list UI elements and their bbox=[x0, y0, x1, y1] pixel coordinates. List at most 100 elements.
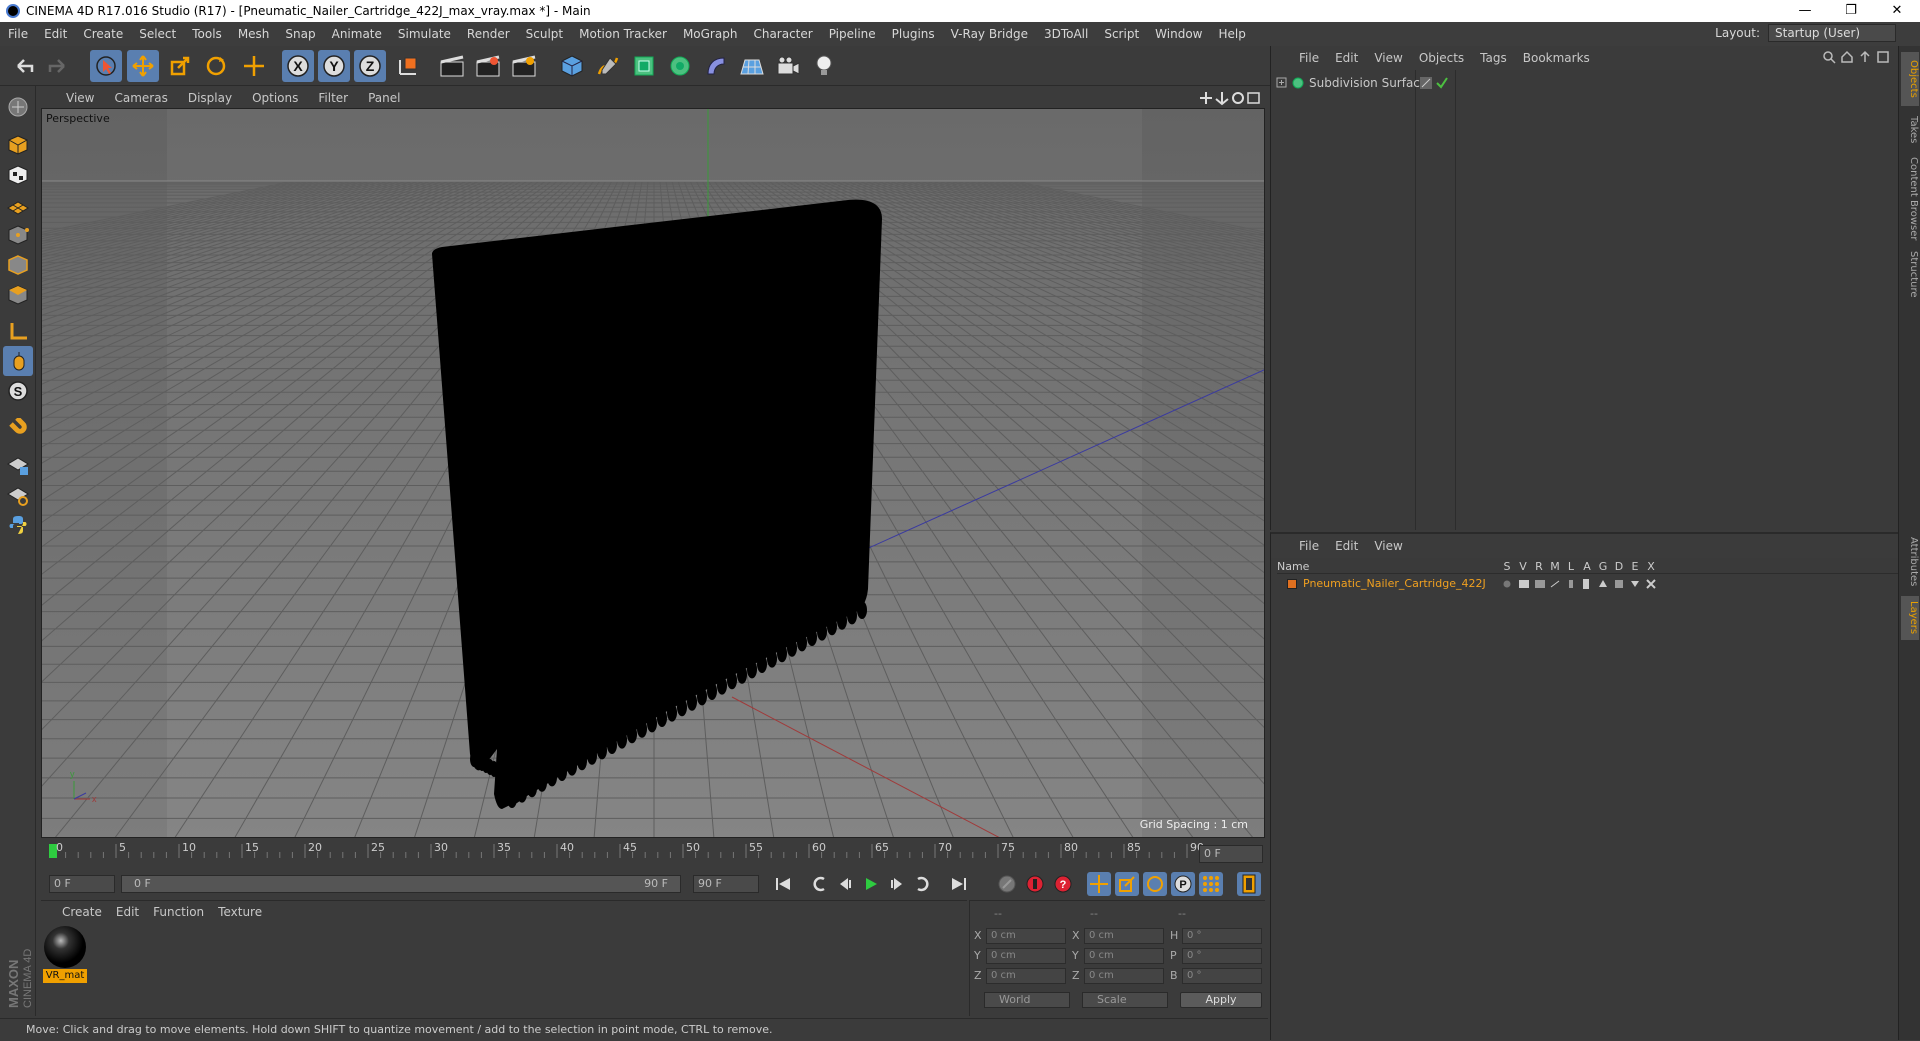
rotation-b-field[interactable]: 0 ° bbox=[1182, 968, 1262, 984]
menu-animate[interactable]: Animate bbox=[324, 22, 390, 46]
menu-motion-tracker[interactable]: Motion Tracker bbox=[571, 22, 675, 46]
polygons-mode-button[interactable] bbox=[3, 280, 33, 310]
size-y-field[interactable]: 0 cm bbox=[1084, 948, 1164, 964]
key-pla-toggle[interactable] bbox=[1199, 872, 1223, 896]
restore-button[interactable]: ❐ bbox=[1828, 0, 1874, 22]
objects-menu-edit[interactable]: Edit bbox=[1327, 51, 1366, 65]
record-keys-button[interactable] bbox=[995, 872, 1019, 896]
tab-structure[interactable]: Structure bbox=[1901, 246, 1919, 302]
menu-sculpt[interactable]: Sculpt bbox=[518, 22, 571, 46]
viewport-navigation-icons[interactable] bbox=[1198, 90, 1262, 106]
python-script-button[interactable] bbox=[3, 510, 33, 540]
add-mograph-button[interactable] bbox=[664, 50, 696, 82]
size-x-field[interactable]: 0 cm bbox=[1084, 928, 1164, 944]
menu-script[interactable]: Script bbox=[1096, 22, 1147, 46]
material-menu-texture[interactable]: Texture bbox=[211, 905, 269, 919]
menu-pipeline[interactable]: Pipeline bbox=[821, 22, 884, 46]
start-frame-field[interactable]: 0 F bbox=[49, 875, 115, 893]
render-settings-button[interactable] bbox=[508, 50, 540, 82]
viewport-menu-options[interactable]: Options bbox=[242, 91, 308, 105]
menu-render[interactable]: Render bbox=[459, 22, 518, 46]
enabled-check-icon[interactable] bbox=[1435, 76, 1449, 90]
coordinate-system-toggle[interactable] bbox=[392, 50, 424, 82]
layers-menu-view[interactable]: View bbox=[1366, 539, 1410, 553]
layer-color-swatch[interactable] bbox=[1287, 579, 1297, 589]
add-deformer-button[interactable] bbox=[700, 50, 732, 82]
objects-menu-file[interactable]: File bbox=[1291, 51, 1327, 65]
add-light-button[interactable] bbox=[808, 50, 840, 82]
size-mode-dropdown[interactable]: Scale bbox=[1082, 992, 1168, 1008]
menu-edit[interactable]: Edit bbox=[36, 22, 75, 46]
objects-menu-tags[interactable]: Tags bbox=[1472, 51, 1515, 65]
menu-snap[interactable]: Snap bbox=[277, 22, 323, 46]
search-icon[interactable] bbox=[1822, 50, 1836, 64]
menu-mesh[interactable]: Mesh bbox=[230, 22, 278, 46]
key-scale-toggle[interactable] bbox=[1115, 872, 1139, 896]
object-row-subdivision-surface[interactable]: Subdivision Surface bbox=[1271, 74, 1899, 92]
menu-create[interactable]: Create bbox=[75, 22, 131, 46]
points-mode-button[interactable] bbox=[3, 220, 33, 250]
objects-menu-bookmarks[interactable]: Bookmarks bbox=[1515, 51, 1598, 65]
new-window-icon[interactable] bbox=[1876, 50, 1890, 64]
auto-keying-button[interactable] bbox=[1023, 872, 1047, 896]
coordinate-space-dropdown[interactable]: World bbox=[984, 992, 1070, 1008]
expand-toggle-icon[interactable] bbox=[1275, 76, 1289, 90]
tab-takes[interactable]: Takes bbox=[1901, 108, 1919, 152]
flag-expressions-header[interactable]: E bbox=[1627, 560, 1643, 573]
redo-button[interactable] bbox=[42, 50, 74, 82]
menu-select[interactable]: Select bbox=[131, 22, 184, 46]
flag-deformers-header[interactable]: D bbox=[1611, 560, 1627, 573]
solo-mode-button[interactable]: S bbox=[3, 376, 33, 406]
render-picture-viewer-button[interactable] bbox=[472, 50, 504, 82]
layers-menu-edit[interactable]: Edit bbox=[1327, 539, 1366, 553]
close-button[interactable]: ✕ bbox=[1874, 0, 1920, 22]
keyframe-selection-button[interactable]: ? bbox=[1051, 872, 1075, 896]
make-editable-button[interactable] bbox=[3, 92, 33, 122]
z-axis-lock[interactable]: Z bbox=[354, 50, 386, 82]
tab-attributes[interactable]: Attributes bbox=[1901, 532, 1919, 592]
menu-plugins[interactable]: Plugins bbox=[884, 22, 943, 46]
add-cube-button[interactable] bbox=[556, 50, 588, 82]
flag-render-header[interactable]: R bbox=[1531, 560, 1547, 573]
transform-tool[interactable] bbox=[238, 50, 270, 82]
objects-menu-objects[interactable]: Objects bbox=[1411, 51, 1472, 65]
flag-locked-header[interactable]: L bbox=[1563, 560, 1579, 573]
timeline-ruler[interactable]: 0 5 10 15 20 25 30 35 40 45 50 55 60 65 70 75 80 85 90 0 F bbox=[41, 840, 1265, 868]
visibility-toggle-icon[interactable] bbox=[1419, 76, 1433, 90]
edges-mode-button[interactable] bbox=[3, 250, 33, 280]
texture-mode-button[interactable] bbox=[3, 160, 33, 190]
scale-tool[interactable] bbox=[164, 50, 196, 82]
snapping-button[interactable] bbox=[3, 414, 33, 444]
menu-mograph[interactable]: MoGraph bbox=[675, 22, 746, 46]
tab-objects[interactable]: Objects bbox=[1901, 52, 1919, 106]
add-generator-button[interactable] bbox=[628, 50, 660, 82]
layer-row[interactable]: Pneumatic_Nailer_Cartridge_422J bbox=[1277, 576, 1899, 592]
position-z-field[interactable]: 0 cm bbox=[986, 968, 1066, 984]
rotation-p-field[interactable]: 0 ° bbox=[1182, 948, 1262, 964]
timeline-window-button[interactable] bbox=[1237, 872, 1261, 896]
viewport-menu-display[interactable]: Display bbox=[178, 91, 242, 105]
material-menu-edit[interactable]: Edit bbox=[109, 905, 146, 919]
flag-generators-header[interactable]: G bbox=[1595, 560, 1611, 573]
flag-xref-header[interactable]: X bbox=[1643, 560, 1659, 573]
play-button[interactable] bbox=[859, 872, 883, 896]
model-mode-button[interactable] bbox=[3, 130, 33, 160]
x-axis-lock[interactable]: X bbox=[282, 50, 314, 82]
tab-layers[interactable]: Layers bbox=[1901, 596, 1919, 640]
up-arrow-icon[interactable] bbox=[1858, 50, 1872, 64]
material-menu-create[interactable]: Create bbox=[55, 905, 109, 919]
workplane-mode-button[interactable] bbox=[3, 190, 33, 220]
undo-button[interactable] bbox=[8, 50, 40, 82]
menu-character[interactable]: Character bbox=[745, 22, 820, 46]
next-key-button[interactable] bbox=[911, 872, 935, 896]
menu-vray-bridge[interactable]: V-Ray Bridge bbox=[943, 22, 1036, 46]
layer-flag-icons[interactable] bbox=[1499, 577, 1669, 591]
home-icon[interactable] bbox=[1840, 50, 1854, 64]
position-y-field[interactable]: 0 cm bbox=[986, 948, 1066, 964]
perspective-viewport[interactable]: y x Perspective Grid Spacing : 1 cm bbox=[41, 108, 1265, 838]
current-frame-field[interactable]: 0 F bbox=[1199, 845, 1263, 863]
workplane-lock-button[interactable] bbox=[3, 450, 33, 480]
minimize-button[interactable]: — bbox=[1782, 0, 1828, 22]
enable-axis-button[interactable] bbox=[3, 316, 33, 346]
end-frame-field[interactable]: 90 F bbox=[693, 875, 759, 893]
